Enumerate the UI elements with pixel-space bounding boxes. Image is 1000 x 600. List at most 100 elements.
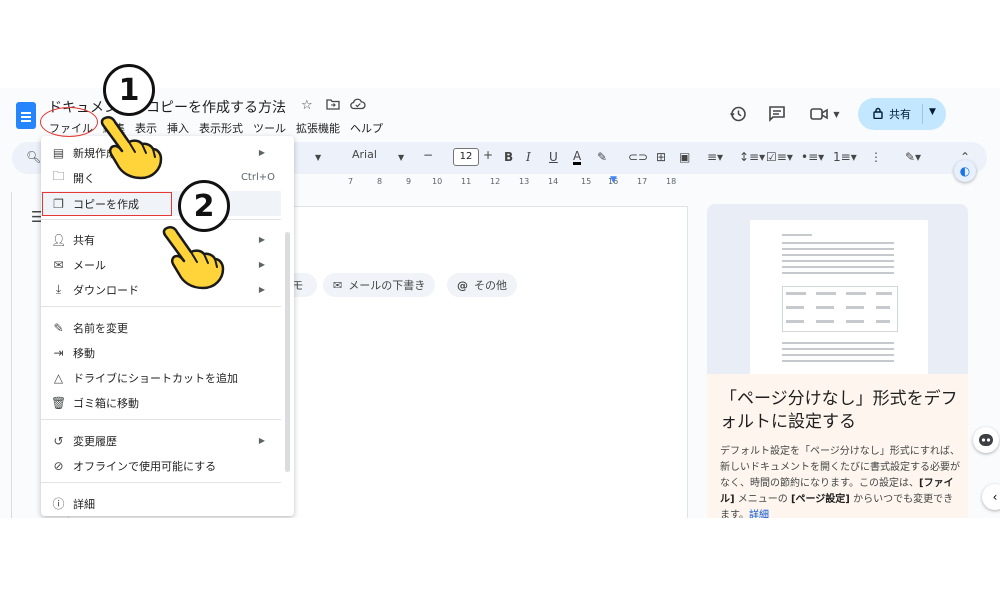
text-color-icon[interactable]: A <box>573 150 582 165</box>
insert-image-icon[interactable]: ▣ <box>679 150 690 164</box>
add-comment-icon[interactable]: ⊞ <box>656 150 666 164</box>
submenu-arrow-icon: ▶ <box>258 235 265 244</box>
menu-item-version-history[interactable]: ↺ 変更履歴 ▶ <box>41 428 281 453</box>
menu-item-label: 共有 <box>73 233 95 247</box>
document-icon: ▤ <box>52 145 65 160</box>
highlight-icon[interactable]: ✎ <box>597 150 607 164</box>
menu-item-add-shortcut[interactable]: △ ドライブにショートカットを追加 <box>41 365 281 390</box>
step-1-number: 1 <box>118 72 140 108</box>
share-divider <box>922 104 923 124</box>
menu-item-label: 移動 <box>73 346 95 360</box>
menu-divider <box>41 482 281 483</box>
star-icon[interactable]: ☆ <box>301 98 313 113</box>
font-select[interactable]: Arial <box>352 148 377 161</box>
step-1-marker: 1 <box>103 64 155 116</box>
email-draft-icon: ✉ <box>333 278 343 292</box>
align-icon[interactable]: ≡▾ <box>707 150 723 164</box>
link-icon[interactable]: ⊂⊃ <box>628 150 648 164</box>
history-icon: ↺ <box>53 433 64 448</box>
menu-item-rename[interactable]: ✎ 名前を変更 <box>41 315 281 340</box>
menu-divider <box>41 419 281 420</box>
menu-item-label: ドライブにショートカットを追加 <box>73 371 238 385</box>
menu-extensions[interactable]: 拡張機能 <box>291 118 345 138</box>
line-spacing-icon[interactable]: ↕≡▾ <box>739 150 765 164</box>
lock-icon <box>873 107 883 122</box>
menu-item-offline[interactable]: ⊘ オフラインで使用可能にする <box>41 453 281 478</box>
share-button[interactable]: 共有 ▼ <box>858 98 946 130</box>
submenu-arrow-icon: ▶ <box>258 285 265 294</box>
meet-icon[interactable]: ▼ <box>808 103 842 125</box>
menu-item-label: オフラインで使用可能にする <box>73 459 217 473</box>
ruler-tick: 18 <box>666 177 677 186</box>
chip-more[interactable]: @ その他 <box>447 273 517 297</box>
comments-icon[interactable] <box>766 103 788 125</box>
card-title: 「ページ分けなし」形式をデフォルトに設定する <box>720 389 958 432</box>
card-body-text: メニューの <box>734 494 791 505</box>
menu-item-label: 詳細 <box>73 497 95 511</box>
cloud-saved-icon[interactable] <box>350 98 366 114</box>
menu-tools[interactable]: ツール <box>248 118 291 138</box>
trash-icon: 🗑︎ <box>51 395 67 410</box>
at-sign-icon: @ <box>457 278 468 292</box>
menu-format[interactable]: 表示形式 <box>194 118 248 138</box>
font-size-input[interactable]: 12 <box>453 148 479 166</box>
pointing-hand-2-icon <box>157 222 227 296</box>
menu-insert[interactable]: 挿入 <box>162 118 194 138</box>
menu-item-label: ゴミ箱に移動 <box>73 396 139 410</box>
ruler-tick: 11 <box>461 177 472 186</box>
menu-item-move[interactable]: ⇥ 移動 <box>41 340 281 365</box>
menu-divider <box>41 219 281 220</box>
chip-label: その他 <box>474 279 507 292</box>
search-menus-icon[interactable]: 🔍︎ <box>26 150 41 164</box>
menu-divider <box>41 306 281 307</box>
submenu-arrow-icon: ▶ <box>258 436 265 445</box>
move-folder-icon: ⇥ <box>53 345 64 360</box>
ruler-tick: 8 <box>377 177 383 186</box>
more-options-icon[interactable]: ⋮ <box>870 150 882 164</box>
decrease-font-size-button[interactable]: − <box>423 148 433 162</box>
menu-help[interactable]: ヘルプ <box>345 118 388 138</box>
checklist-icon[interactable]: ☑≡▾ <box>766 150 793 164</box>
menu-item-label: 名前を変更 <box>73 321 128 335</box>
card-illustration <box>707 204 968 376</box>
increase-font-size-button[interactable]: + <box>483 148 493 162</box>
submenu-arrow-icon: ▶ <box>258 260 265 269</box>
move-folder-icon[interactable] <box>326 98 340 114</box>
menu-item-details[interactable]: ⓘ 詳細 <box>41 491 281 516</box>
horizontal-ruler: 7 8 9 10 11 12 13 14 15 16 17 18 ▼ <box>290 175 690 190</box>
share-dropdown-icon[interactable]: ▼ <box>929 107 936 117</box>
ruler-tick: 10 <box>432 177 443 186</box>
menu-scrollbar[interactable] <box>285 232 290 472</box>
font-dropdown-icon[interactable]: ▼ <box>398 153 404 162</box>
ruler-tick: 17 <box>637 177 648 186</box>
zoom-dropdown-icon[interactable]: ▼ <box>315 153 321 162</box>
learn-more-link[interactable]: 詳細 <box>749 510 769 518</box>
menu-item-label: メール <box>73 258 106 272</box>
version-history-icon[interactable] <box>727 103 749 125</box>
chevron-down-icon: ▼ <box>833 109 840 119</box>
editing-mode-icon[interactable]: ✎▾ <box>905 150 921 164</box>
menu-item-trash[interactable]: 🗑︎ ゴミ箱に移動 <box>41 390 281 415</box>
pointing-hand-1-icon <box>95 112 165 186</box>
mail-icon: ✉ <box>53 257 64 272</box>
italic-icon[interactable]: I <box>526 150 531 164</box>
docs-logo-icon[interactable] <box>16 102 36 129</box>
bold-icon[interactable]: B <box>504 150 513 164</box>
offline-icon: ⊘ <box>53 458 64 473</box>
submenu-arrow-icon: ▶ <box>258 148 265 157</box>
underline-icon[interactable]: U <box>549 150 558 164</box>
chip-label: メールの下書き <box>348 279 426 292</box>
info-icon: ⓘ <box>52 497 65 511</box>
chip-email-draft[interactable]: ✉ メールの下書き <box>323 273 436 297</box>
menu-item-label: 開く <box>73 171 95 185</box>
expand-side-panel-icon[interactable]: ‹ <box>982 484 1000 510</box>
menu-item-label: ダウンロード <box>73 283 139 297</box>
numbered-list-icon[interactable]: 1≡▾ <box>833 150 857 164</box>
person-add-icon: 👤︎ <box>51 232 67 247</box>
mini-page-illustration <box>750 220 928 376</box>
ruler-tick: 12 <box>490 177 501 186</box>
ai-helper-icon[interactable] <box>973 427 999 453</box>
bulleted-list-icon[interactable]: •≡▾ <box>801 150 824 164</box>
assistant-icon[interactable]: ◐ <box>954 160 976 182</box>
indent-marker-icon[interactable]: ▼ <box>610 175 617 185</box>
